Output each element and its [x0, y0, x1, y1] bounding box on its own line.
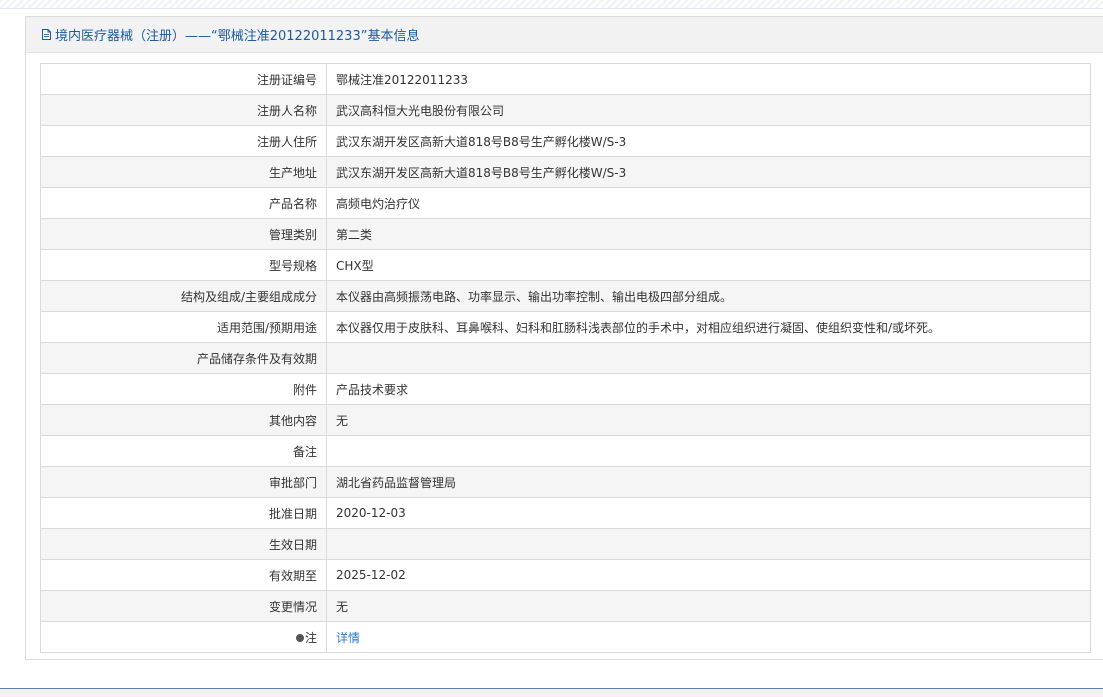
- dot-icon: [295, 633, 304, 642]
- field-value: 高频电灼治疗仪: [326, 187, 1091, 219]
- note-value-cell: 详情: [326, 621, 1091, 653]
- field-label: 批准日期: [40, 497, 327, 529]
- field-label: 注册人住所: [40, 125, 327, 157]
- table-row-note: 注 详情: [40, 621, 1091, 653]
- field-label: 型号规格: [40, 249, 327, 281]
- field-label: 生效日期: [40, 528, 327, 560]
- field-label: 附件: [40, 373, 327, 405]
- table-row: 有效期至 2025-12-02: [40, 559, 1091, 591]
- table-row: 变更情况 无: [40, 590, 1091, 622]
- table-row: 产品名称 高频电灼治疗仪: [40, 187, 1091, 219]
- panel-header: 境内医疗器械（注册）——“鄂械注准20122011233”基本信息: [26, 17, 1103, 53]
- field-value: [326, 342, 1091, 374]
- field-label: 备注: [40, 435, 327, 467]
- field-label: 审批部门: [40, 466, 327, 498]
- field-value: [326, 435, 1091, 467]
- info-table: 注册证编号 鄂械注准20122011233 注册人名称 武汉高科恒大光电股份有限…: [40, 63, 1091, 653]
- field-label: 产品名称: [40, 187, 327, 219]
- field-value: 第二类: [326, 218, 1091, 250]
- field-label: 变更情况: [40, 590, 327, 622]
- field-label: 有效期至: [40, 559, 327, 591]
- field-label: 产品储存条件及有效期: [40, 342, 327, 374]
- field-value: 武汉高科恒大光电股份有限公司: [326, 94, 1091, 126]
- field-value: [326, 528, 1091, 560]
- field-label: 注册人名称: [40, 94, 327, 126]
- table-row: 其他内容 无: [40, 404, 1091, 436]
- field-label: 注册证编号: [40, 63, 327, 95]
- field-value: 无: [326, 404, 1091, 436]
- table-row: 附件 产品技术要求: [40, 373, 1091, 405]
- table-row: 注册人名称 武汉高科恒大光电股份有限公司: [40, 94, 1091, 126]
- table-row: 结构及组成/主要组成成分 本仪器由高频振荡电路、功率显示、输出功率控制、输出电极…: [40, 280, 1091, 312]
- basic-info-panel: 境内医疗器械（注册）——“鄂械注准20122011233”基本信息 注册证编号 …: [25, 16, 1103, 660]
- table-row: 注册人住所 武汉东湖开发区高新大道818号B8号生产孵化楼W/S-3: [40, 125, 1091, 157]
- table-row: 管理类别 第二类: [40, 218, 1091, 250]
- field-value: 本仪器仅用于皮肤科、耳鼻喉科、妇科和肛肠科浅表部位的手术中，对相应组织进行凝固、…: [326, 311, 1091, 343]
- table-row: 生产地址 武汉东湖开发区高新大道818号B8号生产孵化楼W/S-3: [40, 156, 1091, 188]
- table-row: 审批部门 湖北省药品监督管理局: [40, 466, 1091, 498]
- panel-title: 境内医疗器械（注册）——“鄂械注准20122011233”基本信息: [55, 29, 420, 44]
- field-value: CHX型: [326, 249, 1091, 281]
- field-value: 无: [326, 590, 1091, 622]
- details-link[interactable]: 详情: [336, 631, 360, 645]
- table-row: 型号规格 CHX型: [40, 249, 1091, 281]
- field-label: 适用范围/预期用途: [40, 311, 327, 343]
- table-row: 生效日期: [40, 528, 1091, 560]
- note-label-cell: 注: [40, 621, 327, 653]
- top-decorative-stripe: [0, 0, 1103, 9]
- field-value: 武汉东湖开发区高新大道818号B8号生产孵化楼W/S-3: [326, 156, 1091, 188]
- field-value: 湖北省药品监督管理局: [326, 466, 1091, 498]
- table-row: 备注: [40, 435, 1091, 467]
- field-value: 2020-12-03: [326, 497, 1091, 529]
- field-label: 结构及组成/主要组成成分: [40, 280, 327, 312]
- field-value: 本仪器由高频振荡电路、功率显示、输出功率控制、输出电极四部分组成。: [326, 280, 1091, 312]
- field-label: 其他内容: [40, 404, 327, 436]
- field-value: 产品技术要求: [326, 373, 1091, 405]
- note-label: 注: [304, 630, 317, 645]
- field-value: 2025-12-02: [326, 559, 1091, 591]
- field-value: 武汉东湖开发区高新大道818号B8号生产孵化楼W/S-3: [326, 125, 1091, 157]
- table-row: 适用范围/预期用途 本仪器仅用于皮肤科、耳鼻喉科、妇科和肛肠科浅表部位的手术中，…: [40, 311, 1091, 343]
- field-label: 生产地址: [40, 156, 327, 188]
- document-icon: [42, 29, 51, 40]
- field-label: 管理类别: [40, 218, 327, 250]
- table-row: 产品储存条件及有效期: [40, 342, 1091, 374]
- table-row: 批准日期 2020-12-03: [40, 497, 1091, 529]
- table-row: 注册证编号 鄂械注准20122011233: [40, 63, 1091, 95]
- field-value: 鄂械注准20122011233: [326, 63, 1091, 95]
